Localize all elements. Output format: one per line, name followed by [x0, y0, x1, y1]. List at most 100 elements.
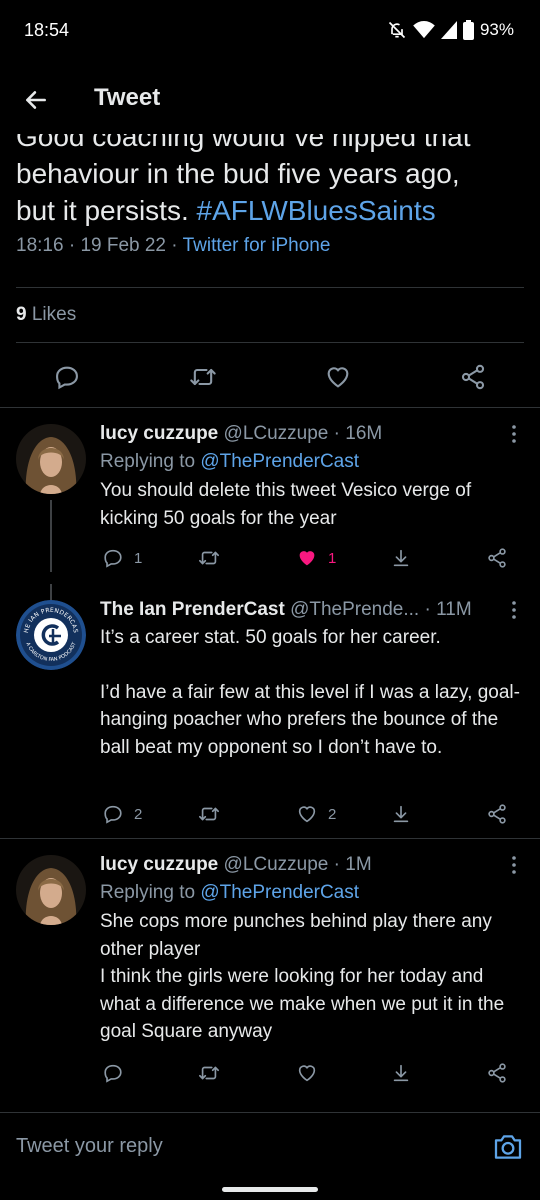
reply-button[interactable]: [102, 1061, 124, 1085]
reply-text: It’s a career stat. 50 goals for her car…: [100, 627, 520, 758]
reply-actions: 2 2: [100, 802, 524, 826]
avatar[interactable]: THE IAN PRENDERCAST A CARLTON FAN PODCAS…: [16, 600, 86, 670]
battery-percent: 93%: [479, 20, 514, 39]
share-icon: [486, 1062, 508, 1084]
avatar[interactable]: [16, 855, 86, 925]
more-options-button[interactable]: [506, 853, 522, 877]
thread-line: [50, 500, 52, 572]
reply-icon: [53, 363, 81, 391]
tweet-time: 18:16: [16, 235, 64, 256]
tweet-meta: 18:16 · 19 Feb 22 · Twitter for iPhone: [16, 235, 331, 256]
tweet-age: 16M: [345, 423, 383, 444]
reply-text: You should delete this tweet Vesico verg…: [100, 480, 472, 529]
reply-button[interactable]: [50, 360, 84, 394]
status-time: 18:54: [24, 20, 70, 40]
share-tweet-button[interactable]: [390, 1061, 412, 1085]
reply-button[interactable]: 2: [102, 802, 142, 826]
like-button[interactable]: [321, 360, 355, 394]
share-arrow-icon: [390, 1062, 412, 1084]
share-button[interactable]: [486, 1061, 508, 1085]
reply-actions: [100, 1061, 524, 1085]
tweet-age: 1M: [345, 854, 372, 875]
like-count: 1: [328, 549, 337, 567]
camera-icon: [492, 1131, 524, 1163]
mute-bell-icon: [387, 20, 407, 40]
page-title: Tweet: [94, 84, 161, 111]
share-icon: [459, 363, 487, 391]
heart-filled-icon: [296, 547, 318, 569]
heart-icon: [324, 363, 352, 391]
share-button[interactable]: [456, 360, 490, 394]
share-button[interactable]: [486, 546, 508, 570]
retweet-button[interactable]: [198, 1061, 220, 1085]
more-vertical-icon: [511, 425, 517, 443]
more-options-button[interactable]: [506, 422, 522, 446]
share-button[interactable]: [486, 802, 508, 826]
share-icon: [486, 547, 508, 569]
retweet-icon: [198, 1062, 220, 1084]
arrow-left-icon: [23, 87, 49, 113]
replying-to: Replying to @ThePrenderCast: [100, 451, 360, 472]
tweet-text: Good coaching would´ve nipped that behav…: [16, 121, 471, 226]
reply-input[interactable]: Tweet your reply: [16, 1135, 163, 1158]
replying-to: Replying to @ThePrenderCast: [100, 882, 360, 903]
hashtag-link[interactable]: #AFLWBluesSaints: [197, 195, 436, 226]
mention-link[interactable]: @ThePrenderCast: [200, 882, 359, 903]
reply-icon: [102, 1062, 124, 1084]
thread-line: [50, 584, 52, 600]
mention-link[interactable]: @ThePrenderCast: [200, 451, 359, 472]
retweet-button[interactable]: [186, 360, 220, 394]
share-tweet-button[interactable]: [390, 802, 412, 826]
author-name[interactable]: lucy cuzzupe: [100, 854, 218, 875]
tweet-age: 11M: [436, 599, 472, 620]
like-button[interactable]: [296, 1061, 318, 1085]
avatar[interactable]: [16, 424, 86, 494]
more-vertical-icon: [511, 601, 517, 619]
compose-bar: Tweet your reply: [0, 1112, 540, 1183]
back-button[interactable]: [16, 80, 56, 120]
main-tweet: Good coaching would´ve nipped that behav…: [16, 118, 524, 257]
more-options-button[interactable]: [506, 598, 522, 622]
like-button[interactable]: 2: [296, 802, 336, 826]
author-name[interactable]: The Ian PrenderCast: [100, 599, 285, 620]
camera-button[interactable]: [492, 1131, 524, 1163]
battery-icon: [462, 20, 474, 40]
retweet-icon: [198, 803, 220, 825]
author-name[interactable]: lucy cuzzupe: [100, 423, 218, 444]
retweet-icon: [189, 363, 217, 391]
signal-icon: [440, 21, 457, 39]
like-button[interactable]: 1: [296, 546, 336, 570]
retweet-button[interactable]: [198, 546, 220, 570]
reply-tweet[interactable]: lucy cuzzupe @LCuzzupe · 16M Replying to…: [0, 408, 540, 572]
share-icon: [486, 803, 508, 825]
status-bar: 18:54 93%: [0, 0, 540, 64]
author-handle: @LCuzzupe: [223, 423, 329, 444]
share-arrow-icon: [390, 547, 412, 569]
reply-button[interactable]: 1: [102, 546, 142, 570]
share-arrow-icon: [390, 803, 412, 825]
retweet-button[interactable]: [198, 802, 220, 826]
like-count: 2: [328, 805, 337, 823]
gesture-nav-handle[interactable]: [222, 1187, 318, 1192]
reply-tweet[interactable]: THE IAN PRENDERCAST A CARLTON FAN PODCAS…: [0, 584, 540, 834]
wifi-icon: [413, 21, 435, 39]
author-handle: @ThePrende...: [290, 599, 420, 620]
reply-text: She cops more punches behind play there …: [100, 911, 505, 1042]
likes-count[interactable]: 9 Likes: [16, 304, 76, 326]
heart-icon: [296, 803, 318, 825]
share-tweet-button[interactable]: [390, 546, 412, 570]
tweet-actions: [0, 360, 540, 394]
reply-count: 1: [134, 549, 143, 567]
tweet-source-link[interactable]: Twitter for iPhone: [183, 235, 331, 256]
divider: [16, 287, 524, 288]
heart-icon: [296, 1062, 318, 1084]
tweet-date: 19 Feb 22: [80, 235, 167, 256]
more-vertical-icon: [511, 856, 517, 874]
author-handle: @LCuzzupe: [223, 854, 329, 875]
reply-actions: 1 1: [100, 546, 524, 570]
top-bar: Tweet: [0, 64, 540, 134]
reply-icon: [102, 547, 124, 569]
reply-tweet[interactable]: lucy cuzzupe @LCuzzupe · 1M Replying to …: [0, 839, 540, 1099]
retweet-icon: [198, 547, 220, 569]
divider: [16, 342, 524, 343]
